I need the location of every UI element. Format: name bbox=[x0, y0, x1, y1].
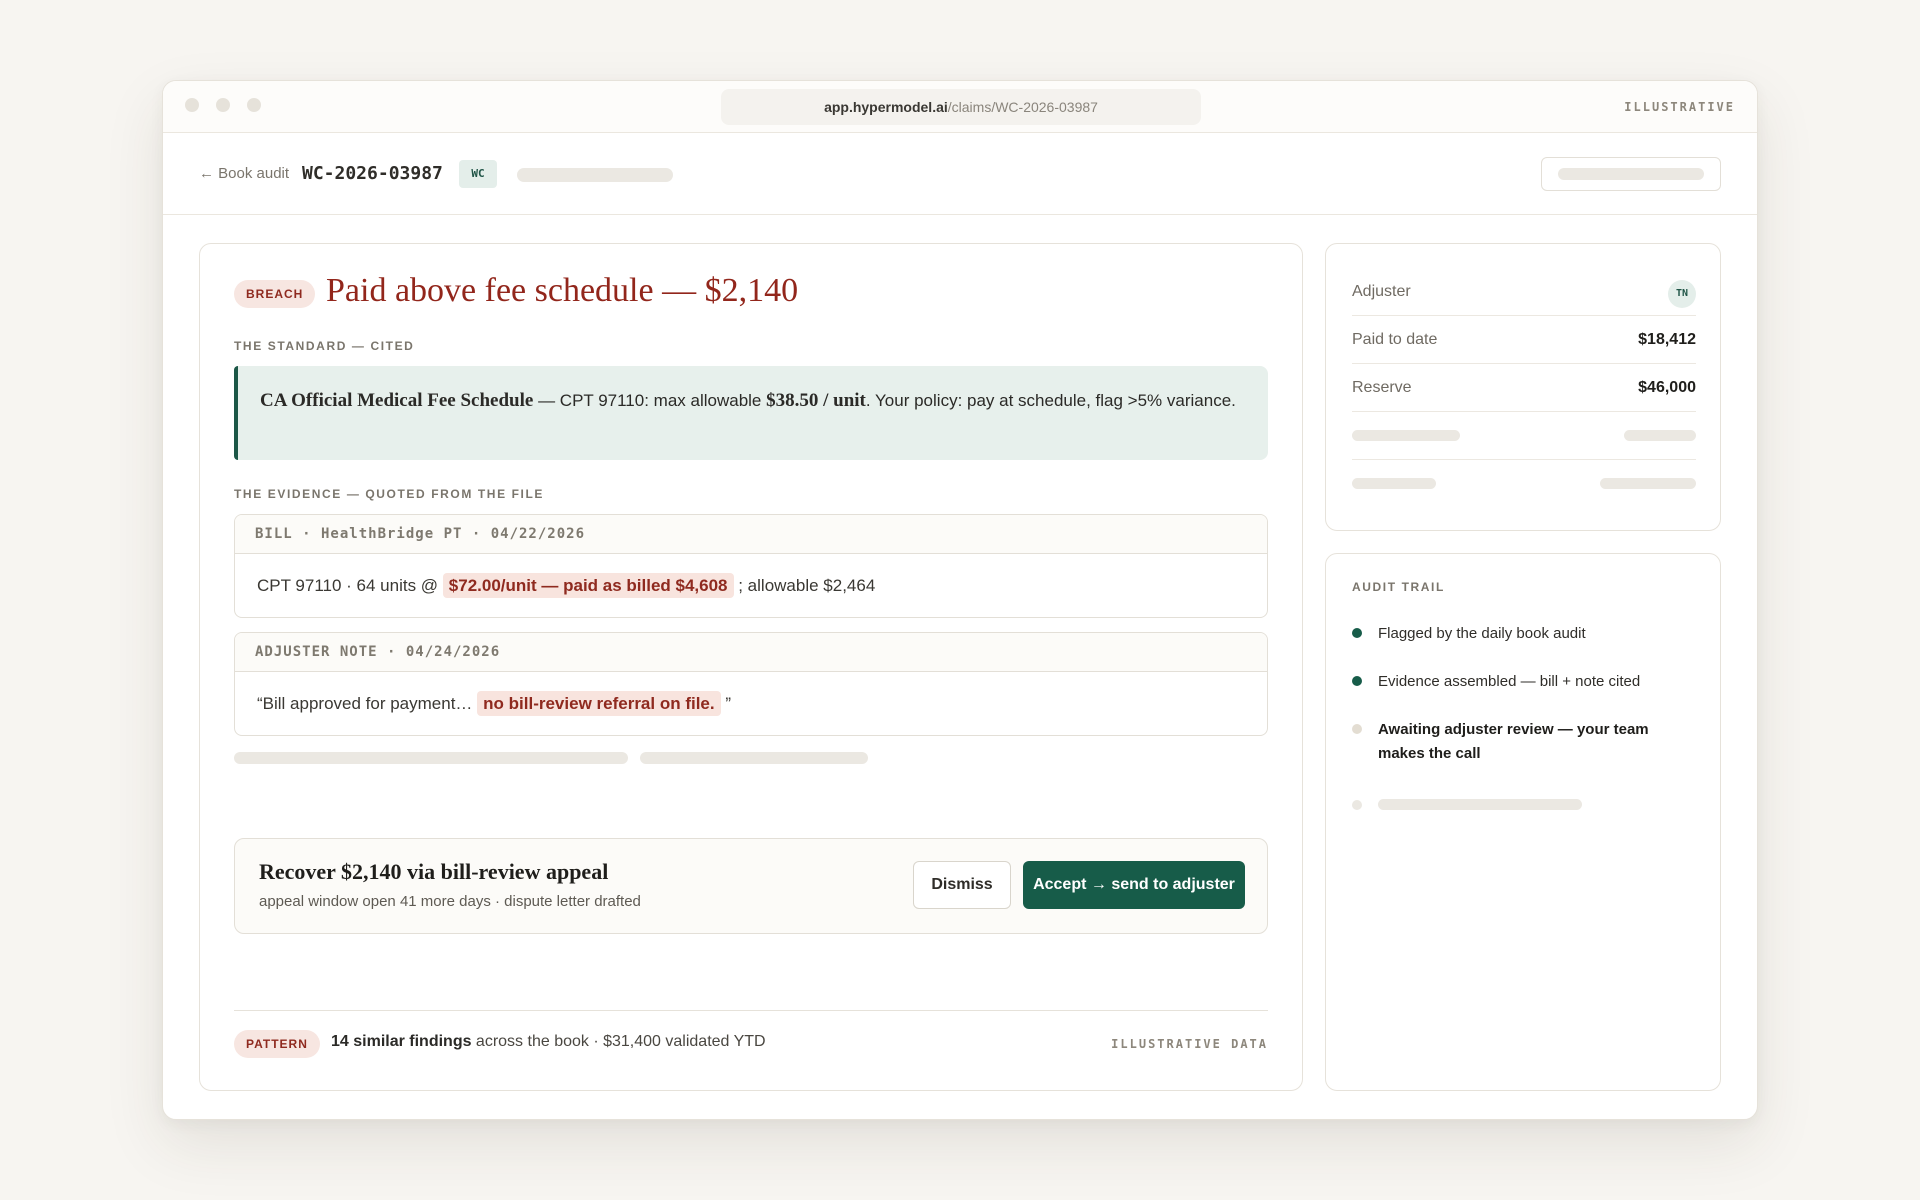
evidence-bill: BILL · HealthBridge PT · 04/22/2026 CPT … bbox=[234, 514, 1268, 618]
audit-trail-label: AUDIT TRAIL bbox=[1352, 580, 1445, 594]
paid-to-date-row: Paid to date $18,412 bbox=[1352, 316, 1696, 364]
audit-trail-text: Awaiting adjuster review — your team mak… bbox=[1378, 721, 1649, 762]
status-pending-dot-icon bbox=[1352, 724, 1362, 734]
breach-badge: BREACH bbox=[234, 280, 316, 308]
audit-trail-item: Awaiting adjuster review — your team mak… bbox=[1352, 718, 1692, 766]
status-done-dot-icon bbox=[1352, 628, 1362, 638]
pattern-badge: PATTERN bbox=[234, 1030, 320, 1058]
evidence-section-label: THE EVIDENCE — QUOTED FROM THE FILE bbox=[234, 487, 545, 501]
illustrative-tag: ILLUSTRATIVE bbox=[1624, 100, 1735, 114]
evidence-placeholder-bar bbox=[640, 752, 868, 764]
standard-text-b: . Your policy: pay at schedule, flag >5%… bbox=[865, 391, 1236, 410]
evidence-placeholder-bar bbox=[234, 752, 628, 764]
recommendation-title: Recover $2,140 via bill-review appeal bbox=[259, 859, 609, 884]
adjuster-avatar[interactable]: TN bbox=[1668, 280, 1696, 308]
evidence-highlight: no bill-review referral on file. bbox=[477, 691, 721, 716]
evidence-text: “Bill approved for payment… bbox=[257, 694, 478, 713]
standard-citation: CA Official Medical Fee Schedule — CPT 9… bbox=[234, 366, 1268, 460]
audit-trail-text: Evidence assembled — bill + note cited bbox=[1378, 673, 1641, 690]
audit-trail-card: AUDIT TRAIL Flagged by the daily book au… bbox=[1325, 553, 1721, 1091]
dismiss-button[interactable]: Dismiss bbox=[913, 861, 1011, 909]
recommendation-subtitle: appeal window open 41 more days · disput… bbox=[259, 893, 641, 910]
placeholder-bar bbox=[1378, 799, 1582, 810]
evidence-text: ; allowable $2,464 bbox=[733, 576, 876, 595]
evidence-text: ” bbox=[720, 694, 731, 713]
finding-card: BREACH Paid above fee schedule — $2,140 … bbox=[199, 243, 1303, 1091]
pattern-count: 14 similar findings bbox=[331, 1033, 472, 1050]
standard-section-label: THE STANDARD — CITED bbox=[234, 339, 415, 353]
evidence-highlight: $72.00/unit — paid as billed $4,608 bbox=[442, 573, 734, 598]
evidence-quote: “Bill approved for payment… no bill-revi… bbox=[235, 672, 1267, 735]
status-done-dot-icon bbox=[1352, 676, 1362, 686]
header-action-button[interactable] bbox=[1541, 157, 1721, 191]
evidence-quote: CPT 97110 · 64 units @ $72.00/unit — pai… bbox=[235, 554, 1267, 617]
window-close-dot[interactable] bbox=[185, 98, 199, 112]
url-path: /claims/WC-2026-03987 bbox=[947, 99, 1098, 115]
placeholder-row bbox=[1352, 460, 1696, 508]
placeholder-bar bbox=[1624, 430, 1696, 441]
reserve-label: Reserve bbox=[1352, 379, 1412, 396]
browser-window: app.hypermodel.ai/claims/WC-2026-03987 I… bbox=[162, 80, 1758, 1120]
audit-trail-item: Evidence assembled — bill + note cited bbox=[1352, 670, 1692, 694]
standard-text-a: — CPT 97110: max allowable bbox=[533, 391, 767, 410]
accept-send-to-adjuster-button[interactable]: Accept → send to adjuster bbox=[1023, 861, 1245, 909]
claim-type-badge: WC bbox=[459, 160, 497, 188]
claim-header: ← Book audit WC-2026-03987 WC bbox=[163, 133, 1757, 215]
evidence-text: CPT 97110 · 64 units @ bbox=[257, 576, 443, 595]
placeholder-bar bbox=[1600, 478, 1696, 489]
audit-trail-item: Flagged by the daily book audit bbox=[1352, 622, 1692, 646]
divider bbox=[234, 1010, 1268, 1011]
finding-title: Paid above fee schedule — $2,140 bbox=[326, 272, 799, 309]
url-host: app.hypermodel.ai bbox=[824, 99, 948, 115]
standard-max-allowable: $38.50 / unit bbox=[766, 390, 866, 411]
reserve-row: Reserve $46,000 bbox=[1352, 364, 1696, 412]
claim-id: WC-2026-03987 bbox=[302, 163, 443, 184]
reserve-value: $46,000 bbox=[1638, 379, 1696, 396]
claim-summary-card: Adjuster TN Paid to date $18,412 Reserve… bbox=[1325, 243, 1721, 531]
window-controls bbox=[185, 98, 261, 112]
evidence-adjuster-note: ADJUSTER NOTE · 04/24/2026 “Bill approve… bbox=[234, 632, 1268, 736]
illustrative-data-tag: ILLUSTRATIVE DATA bbox=[1111, 1037, 1268, 1051]
url-bar[interactable]: app.hypermodel.ai/claims/WC-2026-03987 bbox=[721, 89, 1201, 125]
pattern-detail: across the book · $31,400 validated YTD bbox=[471, 1033, 766, 1050]
window-minimize-dot[interactable] bbox=[216, 98, 230, 112]
placeholder-row bbox=[1352, 412, 1696, 460]
evidence-header: ADJUSTER NOTE · 04/24/2026 bbox=[235, 633, 1267, 672]
status-placeholder-dot-icon bbox=[1352, 800, 1362, 810]
back-to-book-audit-link[interactable]: ← Book audit bbox=[199, 165, 289, 182]
adjuster-row: Adjuster TN bbox=[1352, 268, 1696, 316]
audit-trail-text: Flagged by the daily book audit bbox=[1378, 625, 1586, 642]
paid-to-date-value: $18,412 bbox=[1638, 331, 1696, 348]
adjuster-label: Adjuster bbox=[1352, 283, 1411, 300]
placeholder-bar bbox=[1352, 430, 1460, 441]
header-button-placeholder bbox=[1558, 168, 1704, 180]
window-maximize-dot[interactable] bbox=[247, 98, 261, 112]
evidence-header: BILL · HealthBridge PT · 04/22/2026 bbox=[235, 515, 1267, 554]
recommendation-panel: Recover $2,140 via bill-review appeal ap… bbox=[234, 838, 1268, 934]
placeholder-bar bbox=[1352, 478, 1436, 489]
standard-source: CA Official Medical Fee Schedule bbox=[260, 390, 534, 411]
browser-titlebar: app.hypermodel.ai/claims/WC-2026-03987 I… bbox=[163, 81, 1757, 133]
pattern-summary: 14 similar findings across the book · $3… bbox=[331, 1033, 766, 1051]
paid-to-date-label: Paid to date bbox=[1352, 331, 1438, 348]
header-placeholder-bar bbox=[517, 168, 673, 182]
